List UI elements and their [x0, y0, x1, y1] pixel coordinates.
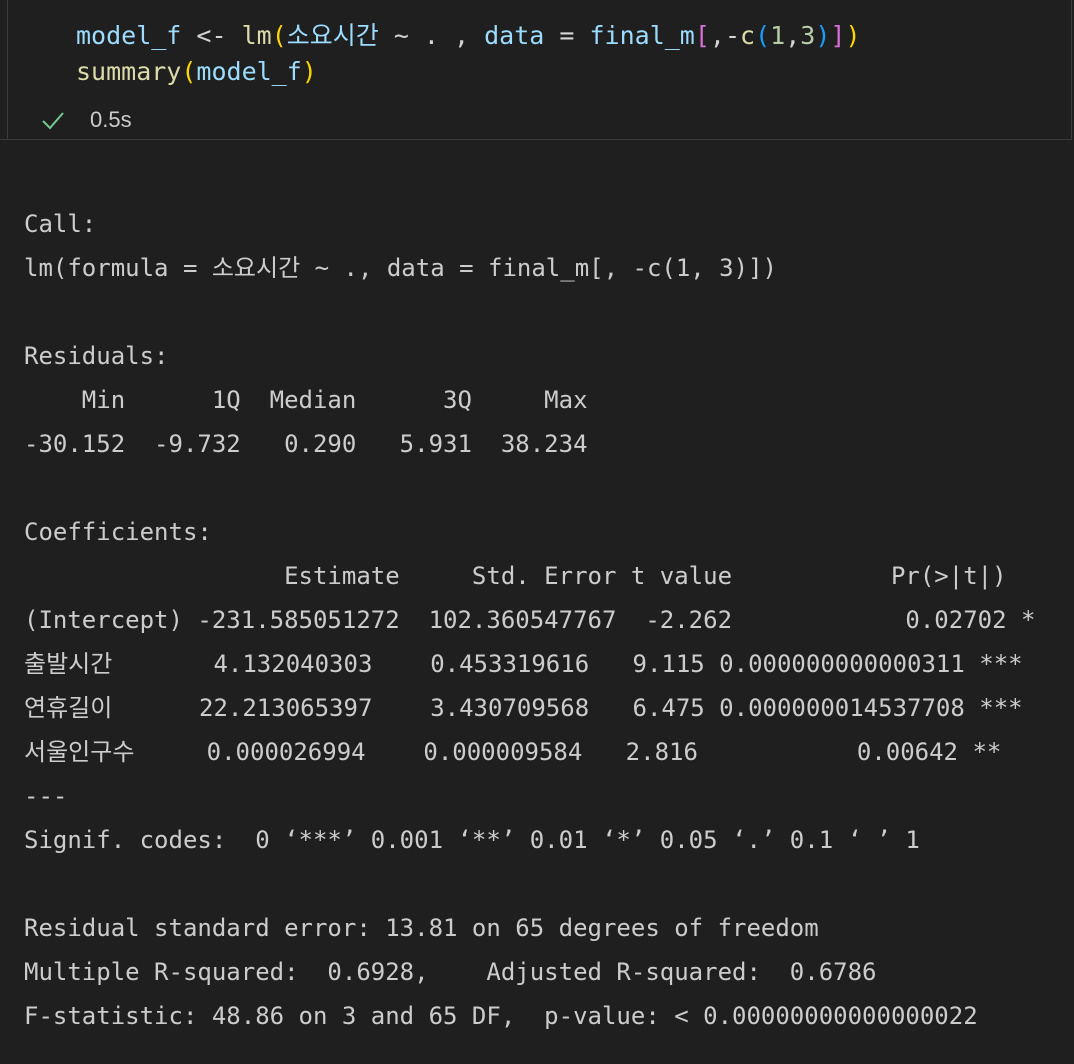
code-token: <-	[181, 21, 242, 50]
code-token: (	[271, 21, 287, 50]
code-token: ~ . ,	[378, 21, 485, 50]
execution-time: 0.5s	[90, 107, 132, 132]
code-token: )	[301, 57, 317, 86]
check-icon	[40, 107, 66, 133]
code-token: final_m	[589, 21, 695, 50]
code-token: data	[484, 21, 545, 50]
code-token: =	[544, 21, 590, 50]
code-token: (	[181, 57, 197, 86]
code-token: model_f	[196, 57, 302, 86]
code-token: 1	[770, 21, 786, 50]
code-token: ]	[830, 21, 846, 50]
code-token: c	[740, 21, 756, 50]
code-token: model_f	[76, 21, 182, 50]
code-token: 소요시간	[286, 21, 379, 50]
code-token: ,-	[709, 21, 741, 50]
code-token: summary	[76, 57, 182, 86]
code-token: lm	[241, 21, 272, 50]
code-token: [	[694, 21, 710, 50]
code-cell[interactable]: model_f <- lm(소요시간 ~ . , data = final_m[…	[0, 0, 1072, 140]
code-token: 3	[800, 21, 816, 50]
execution-status: 0.5s	[40, 104, 132, 136]
code-line-2[interactable]: summary(model_f)	[76, 54, 317, 90]
code-token: )	[845, 21, 861, 50]
code-token: ,	[785, 21, 801, 50]
code-token: (	[755, 21, 771, 50]
code-line-1[interactable]: model_f <- lm(소요시간 ~ . , data = final_m[…	[76, 18, 861, 54]
cell-focus-bar	[7, 0, 8, 140]
code-token: )	[815, 21, 831, 50]
cell-output: Call: lm(formula = 소요시간 ~ ., data = fina…	[24, 210, 1036, 1030]
